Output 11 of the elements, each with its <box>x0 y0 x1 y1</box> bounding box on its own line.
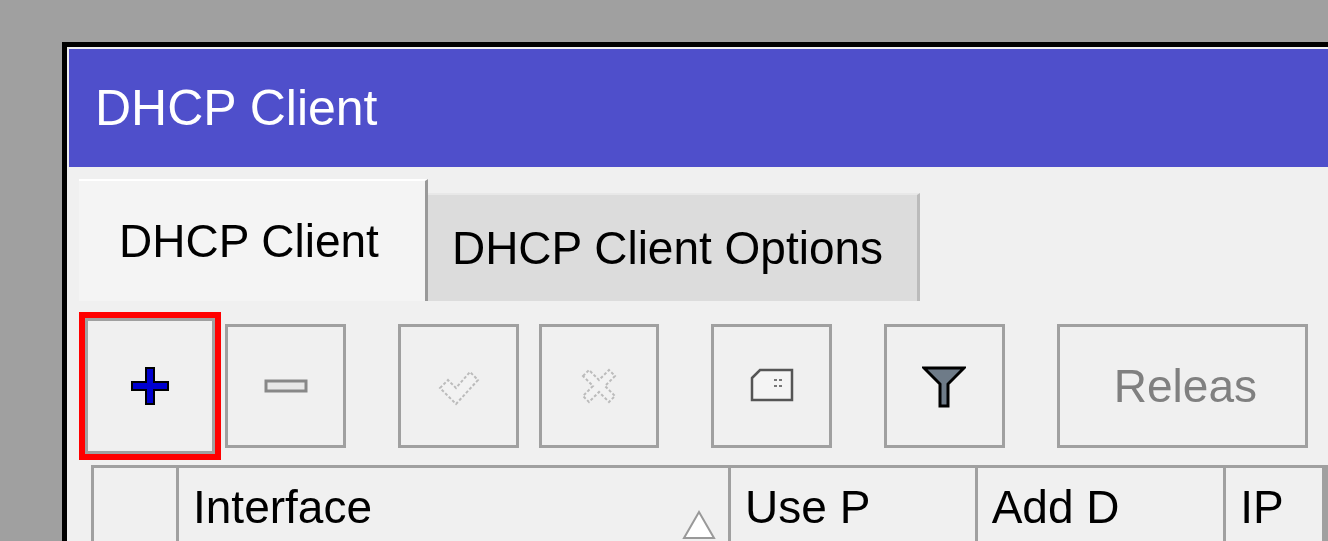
column-header[interactable]: Use P <box>731 468 978 541</box>
filter-icon <box>922 364 967 408</box>
comment-button[interactable] <box>711 324 833 448</box>
column-header[interactable]: IP <box>1226 468 1325 541</box>
tab[interactable]: DHCP Client Options <box>427 193 921 301</box>
window-title: DHCP Client <box>95 79 378 137</box>
filter-button[interactable] <box>884 324 1005 448</box>
column-header[interactable]: Add D <box>977 468 1227 541</box>
remove-button[interactable] <box>225 324 346 448</box>
column-header[interactable]: Interface <box>179 468 732 541</box>
tab[interactable]: DHCP Client <box>79 179 428 301</box>
